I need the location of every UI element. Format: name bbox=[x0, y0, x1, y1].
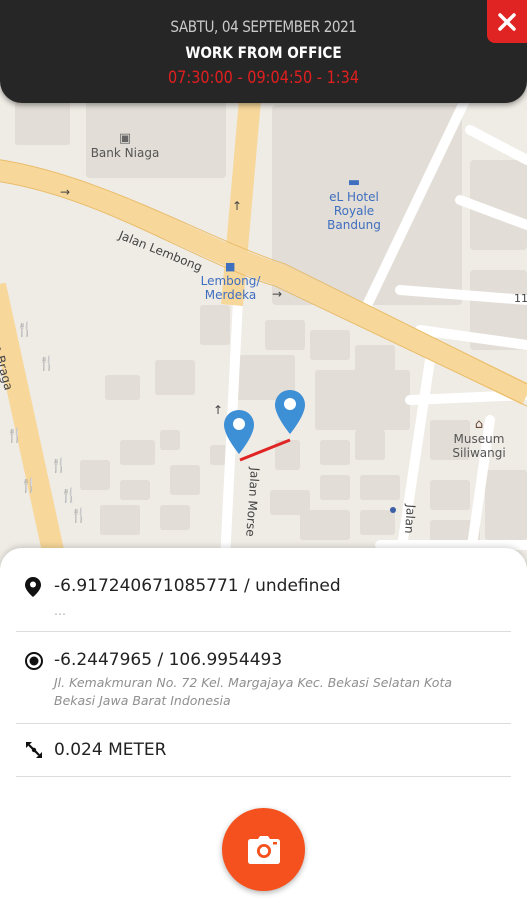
target-coordinates: -6.917240671085771 / undefined bbox=[54, 576, 341, 596]
svg-text:🍴: 🍴 bbox=[60, 487, 77, 504]
distance-arrows-icon bbox=[26, 742, 42, 758]
hotel-poi[interactable]: ▬ eL Hotel Royale Bandung bbox=[318, 175, 390, 233]
target-address: ... bbox=[54, 603, 66, 618]
svg-text:→: → bbox=[272, 287, 282, 301]
close-icon bbox=[498, 12, 516, 31]
svg-text:🍴: 🍴 bbox=[20, 477, 37, 494]
current-coordinates: -6.2447965 / 106.9954493 bbox=[54, 650, 283, 670]
map-pin-icon bbox=[25, 577, 41, 597]
current-location-marker-icon[interactable] bbox=[273, 388, 307, 436]
target-location-marker-icon[interactable] bbox=[222, 408, 256, 456]
bank-icon: ▣ bbox=[118, 131, 132, 146]
header-times: 07:30:00 - 09:04:50 - 1:34 bbox=[167, 68, 360, 88]
header-date: SABTU, 04 SEPTEMBER 2021 bbox=[170, 17, 357, 36]
bus-stop-poi[interactable]: ■ Lembong/ Merdeka bbox=[193, 260, 268, 302]
bus-label-1: Lembong/ bbox=[200, 274, 261, 288]
target-location-row: -6.917240671085771 / undefined ... bbox=[16, 568, 511, 632]
svg-text:🍴: 🍴 bbox=[50, 457, 67, 474]
museum-poi[interactable]: ⌂ Museum Siliwangi bbox=[444, 417, 514, 461]
svg-text:🍴: 🍴 bbox=[38, 355, 55, 372]
svg-text:🍴: 🍴 bbox=[70, 507, 87, 524]
current-location-row: -6.2447965 / 106.9954493 Jl. Kemakmuran … bbox=[16, 632, 511, 724]
close-button[interactable] bbox=[487, 0, 527, 43]
hotel-icon: ▬ bbox=[347, 175, 361, 190]
bank-poi[interactable]: ▣ Bank Niaga bbox=[90, 131, 160, 161]
road-label-jalan: Jalan bbox=[401, 504, 418, 535]
current-address: Jl. Kemakmuran No. 72 Kel. Margajaya Kec… bbox=[54, 675, 453, 708]
bus-icon: ■ bbox=[225, 260, 236, 273]
hotel-label-2: Royale bbox=[333, 204, 375, 218]
museum-label-2: Siliwangi bbox=[452, 446, 506, 460]
header-work-mode: WORK FROM OFFICE bbox=[185, 43, 342, 62]
svg-text:🍴: 🍴 bbox=[6, 427, 23, 444]
attendance-header: SABTU, 04 SEPTEMBER 2021 WORK FROM OFFIC… bbox=[0, 0, 527, 103]
bank-label: Bank Niaga bbox=[90, 146, 160, 160]
svg-text:🍴: 🍴 bbox=[16, 321, 33, 338]
svg-text:→: → bbox=[60, 185, 70, 199]
museum-label-1: Museum bbox=[453, 432, 505, 446]
bus-label-2: Merdeka bbox=[204, 288, 257, 302]
my-location-icon bbox=[25, 652, 43, 670]
hotel-label-3: Bandung bbox=[327, 218, 381, 232]
camera-button[interactable] bbox=[222, 808, 305, 891]
road-label-edge-right: 11 bbox=[514, 292, 527, 305]
svg-text:↑: ↑ bbox=[232, 199, 242, 213]
museum-icon: ⌂ bbox=[474, 417, 484, 432]
distance-row: 0.024 METER bbox=[16, 724, 511, 777]
camera-icon bbox=[247, 835, 280, 864]
distance-value: 0.024 METER bbox=[54, 740, 167, 760]
hotel-label-1: eL Hotel bbox=[329, 190, 379, 204]
